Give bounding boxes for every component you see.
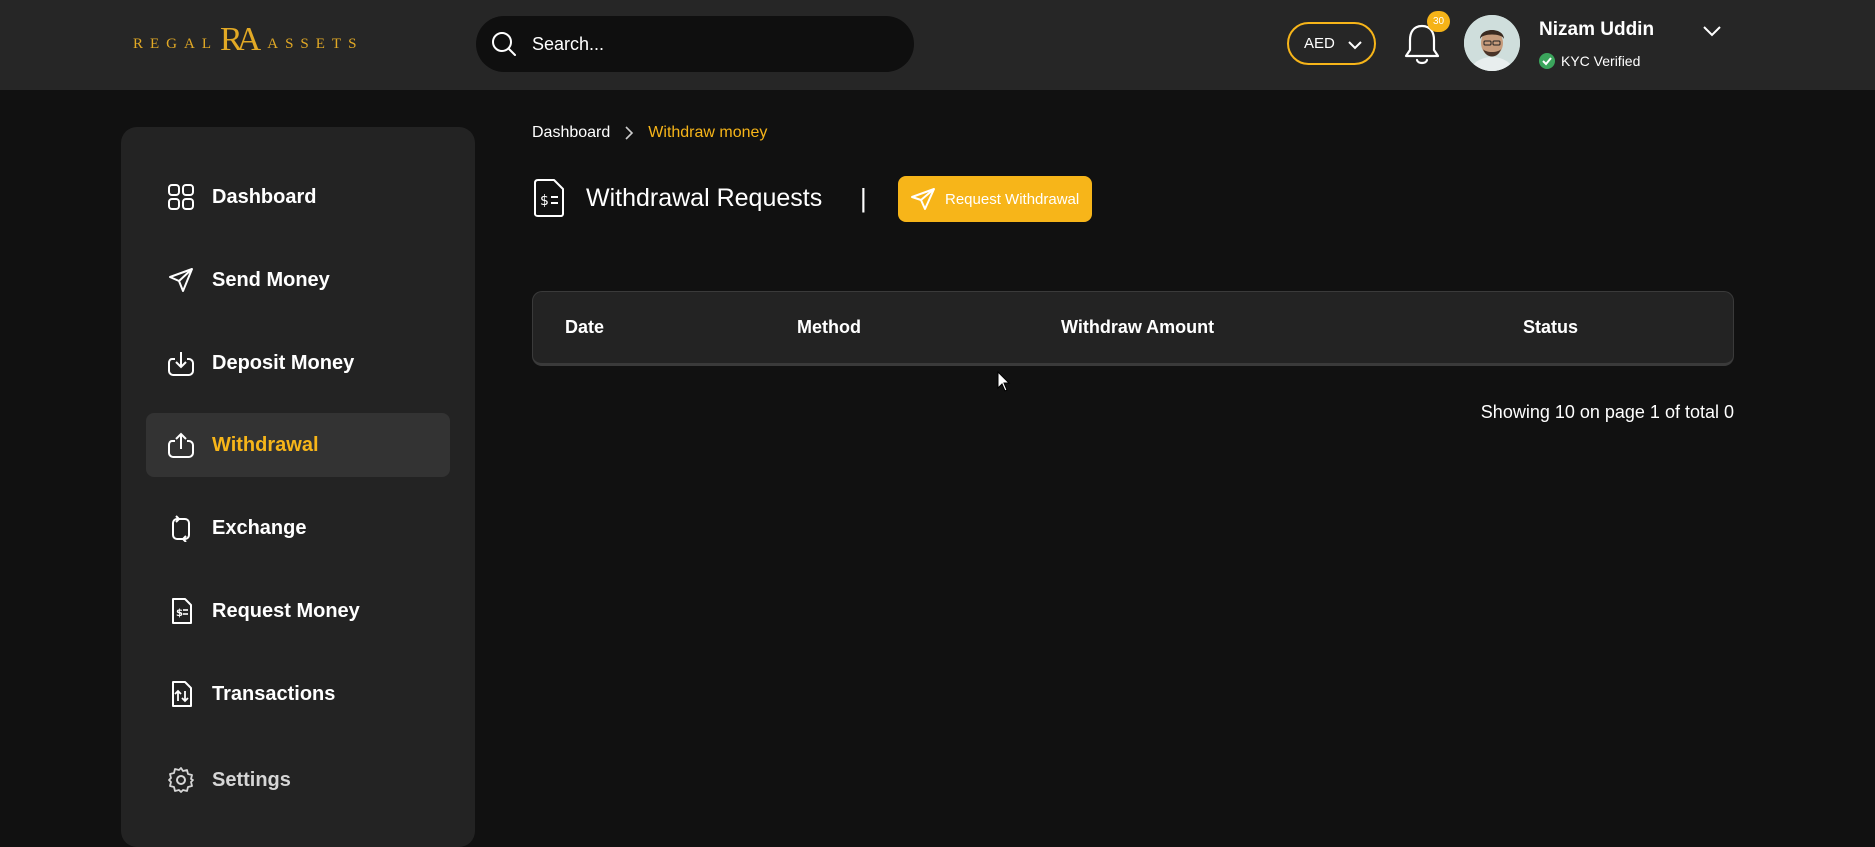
request-withdrawal-label: Request Withdrawal xyxy=(945,190,1080,208)
top-bar: REGAL RA ASSETS AED 30 Nizam Uddin xyxy=(0,0,1875,90)
chevron-right-icon xyxy=(625,126,634,140)
withdraw-icon xyxy=(168,432,194,458)
sidebar-item-transactions[interactable]: Transactions xyxy=(146,662,450,726)
sidebar-item-settings[interactable]: Settings xyxy=(146,748,450,812)
pagination-summary: Showing 10 on page 1 of total 0 xyxy=(1480,402,1734,422)
notification-count-badge: 30 xyxy=(1427,11,1450,32)
sidebar-item-label: Request Money xyxy=(212,599,360,622)
request-withdrawal-button[interactable]: Request Withdrawal xyxy=(898,176,1092,222)
search-bar xyxy=(476,16,914,72)
grid-icon xyxy=(168,184,194,210)
avatar[interactable] xyxy=(1464,15,1520,71)
regal-assets-logo[interactable]: REGAL RA ASSETS xyxy=(133,21,364,64)
sidebar-item-request-money[interactable]: $ Request Money xyxy=(146,579,450,643)
sidebar-item-label: Withdrawal xyxy=(212,433,319,456)
sidebar-item-withdrawal[interactable]: Withdrawal xyxy=(146,413,450,477)
sidebar-item-deposit-money[interactable]: Deposit Money xyxy=(146,331,450,395)
user-name: Nizam Uddin xyxy=(1539,19,1655,40)
breadcrumb: Dashboard Withdraw money xyxy=(532,124,767,142)
kyc-status: KYC Verified xyxy=(1539,53,1640,69)
column-header-method[interactable]: Method xyxy=(797,317,861,338)
column-header-date[interactable]: Date xyxy=(565,317,604,338)
logo-word-right: ASSETS xyxy=(267,35,364,52)
withdrawals-table-header: Date Method Withdraw Amount Status xyxy=(532,291,1734,366)
send-icon xyxy=(169,268,193,292)
sidebar-item-label: Dashboard xyxy=(212,185,317,208)
svg-text:$: $ xyxy=(176,608,183,619)
breadcrumb-root[interactable]: Dashboard xyxy=(532,124,610,142)
column-header-status[interactable]: Status xyxy=(1523,317,1578,338)
user-menu-chevron-icon[interactable] xyxy=(1702,24,1722,38)
search-input[interactable] xyxy=(532,26,892,62)
mouse-cursor-icon xyxy=(997,371,1011,392)
page-title: Withdrawal Requests xyxy=(586,184,823,212)
svg-text:$: $ xyxy=(540,193,549,209)
verified-check-icon xyxy=(1539,53,1555,69)
avatar-image xyxy=(1464,15,1520,71)
sidebar-item-label: Settings xyxy=(212,768,291,791)
chevron-down-icon xyxy=(1348,41,1362,50)
send-icon xyxy=(911,188,935,210)
sidebar-item-send-money[interactable]: Send Money xyxy=(146,248,450,312)
logo-monogram: RA xyxy=(220,21,261,58)
sidebar-item-dashboard[interactable]: Dashboard xyxy=(146,165,450,229)
currency-value: AED xyxy=(1304,35,1335,52)
request-money-icon: $ xyxy=(172,598,192,624)
transactions-icon xyxy=(172,681,192,707)
currency-select[interactable]: AED xyxy=(1287,22,1376,65)
title-divider: | xyxy=(860,183,867,213)
gear-icon xyxy=(168,767,194,793)
exchange-icon xyxy=(172,515,190,542)
kyc-status-label: KYC Verified xyxy=(1561,53,1641,69)
sidebar-item-label: Exchange xyxy=(212,516,307,539)
sidebar-item-exchange[interactable]: Exchange xyxy=(146,496,450,560)
sidebar-item-label: Transactions xyxy=(212,682,336,705)
column-header-withdraw-amount[interactable]: Withdraw Amount xyxy=(1061,317,1214,338)
sidebar-item-label: Deposit Money xyxy=(212,351,355,374)
logo-word-left: REGAL xyxy=(133,35,218,52)
sidebar-item-label: Send Money xyxy=(212,268,330,291)
withdrawal-requests-icon: $ xyxy=(534,179,564,217)
page-header: $ xyxy=(532,178,566,218)
search-icon xyxy=(492,32,516,56)
sidebar: Dashboard Send Money Deposit Money Withd… xyxy=(121,127,475,847)
breadcrumb-current: Withdraw money xyxy=(648,124,768,141)
deposit-icon xyxy=(168,352,194,376)
